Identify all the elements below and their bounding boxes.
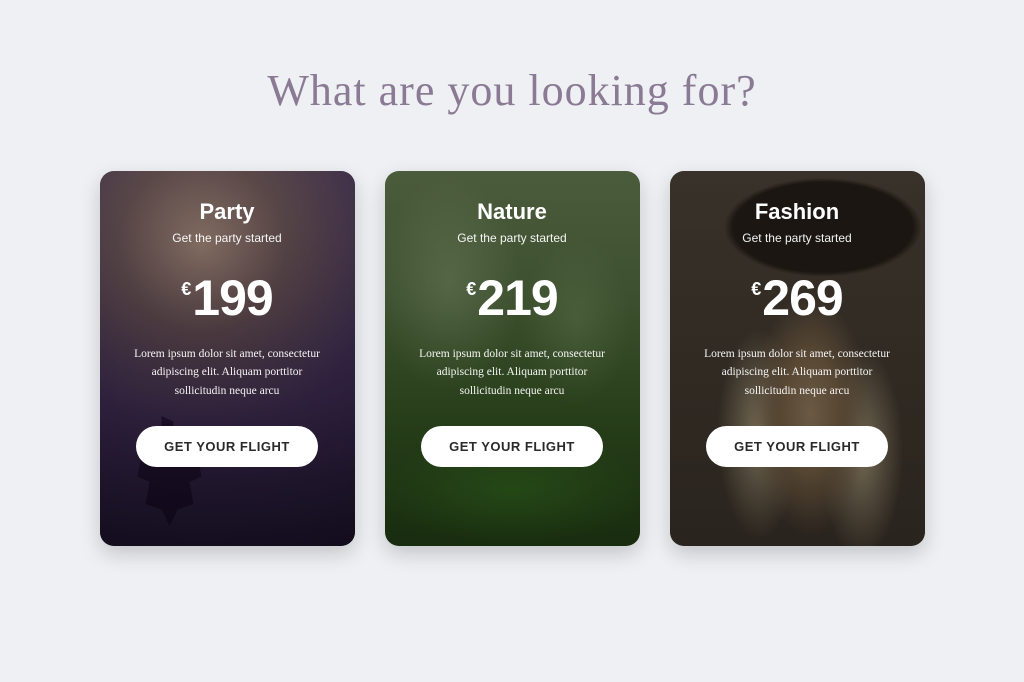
- card-description: Lorem ipsum dolor sit amet, consectetur …: [122, 345, 333, 400]
- price-value: 199: [192, 273, 272, 323]
- card-title: Fashion: [755, 199, 839, 225]
- card-description: Lorem ipsum dolor sit amet, consectetur …: [407, 345, 618, 400]
- card-title: Party: [199, 199, 254, 225]
- price-row: € 199: [181, 273, 272, 323]
- card-subtitle: Get the party started: [742, 231, 851, 245]
- card-fashion[interactable]: Fashion Get the party started € 269 Lore…: [670, 171, 925, 546]
- get-flight-button[interactable]: GET YOUR FLIGHT: [421, 426, 603, 467]
- price-value: 269: [762, 273, 842, 323]
- currency-symbol: €: [466, 279, 476, 300]
- card-party[interactable]: Party Get the party started € 199 Lorem …: [100, 171, 355, 546]
- card-subtitle: Get the party started: [172, 231, 281, 245]
- card-title: Nature: [477, 199, 547, 225]
- card-description: Lorem ipsum dolor sit amet, consectetur …: [692, 345, 903, 400]
- cards-container: Party Get the party started € 199 Lorem …: [100, 171, 925, 546]
- page-heading: What are you looking for?: [267, 65, 756, 116]
- price-row: € 269: [751, 273, 842, 323]
- currency-symbol: €: [751, 279, 761, 300]
- get-flight-button[interactable]: GET YOUR FLIGHT: [136, 426, 318, 467]
- price-value: 219: [477, 273, 557, 323]
- card-subtitle: Get the party started: [457, 231, 566, 245]
- currency-symbol: €: [181, 279, 191, 300]
- get-flight-button[interactable]: GET YOUR FLIGHT: [706, 426, 888, 467]
- price-row: € 219: [466, 273, 557, 323]
- card-nature[interactable]: Nature Get the party started € 219 Lorem…: [385, 171, 640, 546]
